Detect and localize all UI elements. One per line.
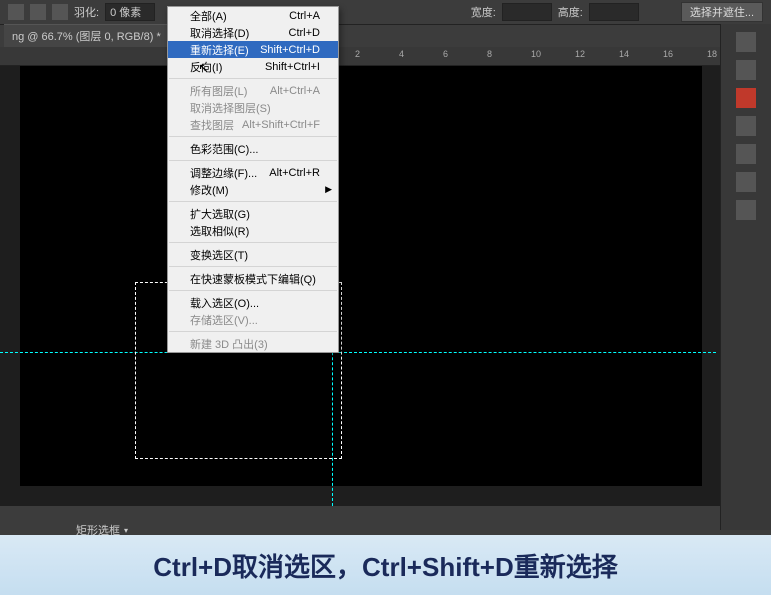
ruler-mark: 16 — [663, 49, 673, 59]
panel-icon-5[interactable] — [736, 172, 756, 192]
panel-icon-4[interactable] — [736, 144, 756, 164]
menu-separator — [169, 160, 337, 161]
menu-item[interactable]: 全部(A) Ctrl+A — [168, 7, 338, 24]
menu-item: 新建 3D 凸出(3) — [168, 335, 338, 352]
menu-item-label: 色彩范围(C)... — [190, 141, 258, 157]
menu-item-label: 反向(I) — [190, 59, 222, 75]
menu-item-label: 扩大选取(G) — [190, 206, 250, 222]
menu-separator — [169, 201, 337, 202]
marquee-icon[interactable] — [8, 4, 24, 20]
refine-edge-button[interactable]: 选择并遮住... — [681, 2, 763, 22]
menu-item-shortcut: Alt+Shift+Ctrl+F — [242, 119, 320, 131]
height-label: 高度: — [558, 4, 583, 20]
menu-item-label: 选取相似(R) — [190, 223, 249, 239]
select-menu: 全部(A) Ctrl+A 取消选择(D) Ctrl+D 重新选择(E) Shift+Ctr… — [167, 6, 339, 353]
document-tab[interactable]: ng @ 66.7% (图层 0, RGB/8) * × — [4, 24, 181, 47]
menu-item: 取消选择图层(S) — [168, 99, 338, 116]
menu-item[interactable]: 取消选择(D) Ctrl+D — [168, 24, 338, 41]
ruler-mark: 2 — [355, 49, 360, 59]
options-bar: 羽化: 0 像素 宽度: 高度: 选择并遮住... — [0, 0, 771, 25]
horizontal-ruler: 2 4 6 8 10 12 14 16 18 — [0, 47, 771, 66]
canvas[interactable] — [20, 66, 702, 486]
menu-item: 查找图层 Alt+Shift+Ctrl+F — [168, 116, 338, 133]
menu-item-label: 调整边缘(F)... — [190, 165, 257, 181]
ruler-mark: 4 — [399, 49, 404, 59]
mode-icon-1[interactable] — [30, 4, 46, 20]
menu-item[interactable]: 修改(M) ▶ — [168, 181, 338, 198]
ruler-mark: 12 — [575, 49, 585, 59]
ruler-mark: 8 — [487, 49, 492, 59]
menu-item[interactable]: 选取相似(R) — [168, 222, 338, 239]
menu-separator — [169, 331, 337, 332]
menu-item-label: 重新选择(E) — [190, 42, 249, 58]
menu-item-label: 载入选区(O)... — [190, 295, 259, 311]
menu-item-label: 新建 3D 凸出(3) — [190, 336, 268, 352]
right-panel — [720, 24, 771, 530]
menu-item[interactable]: 色彩范围(C)... — [168, 140, 338, 157]
menu-item-label: 所有图层(L) — [190, 83, 247, 99]
menu-item-shortcut: Alt+Ctrl+R — [269, 167, 320, 179]
height-input[interactable] — [589, 3, 639, 21]
menu-separator — [169, 136, 337, 137]
canvas-area — [0, 66, 771, 506]
menu-item-label: 修改(M) — [190, 182, 229, 198]
guide-horizontal[interactable] — [0, 352, 716, 353]
menu-item: 存储选区(V)... — [168, 311, 338, 328]
menu-item-label: 取消选择图层(S) — [190, 100, 271, 116]
menu-item-shortcut: Shift+Ctrl+D — [260, 44, 320, 56]
feather-label: 羽化: — [74, 4, 99, 20]
caption-banner: Ctrl+D取消选区，Ctrl+Shift+D重新选择 — [0, 535, 771, 595]
menu-separator — [169, 242, 337, 243]
menu-item: 所有图层(L) Alt+Ctrl+A — [168, 82, 338, 99]
menu-item[interactable]: 在快速蒙板模式下编辑(Q) — [168, 270, 338, 287]
menu-item[interactable]: 反向(I) Shift+Ctrl+I — [168, 58, 338, 75]
menu-item[interactable]: 变换选区(T) — [168, 246, 338, 263]
menu-item[interactable]: 重新选择(E) Shift+Ctrl+D — [168, 41, 338, 58]
ruler-mark: 6 — [443, 49, 448, 59]
menu-item-label: 存储选区(V)... — [190, 312, 258, 328]
menu-item-shortcut: Shift+Ctrl+I — [265, 61, 320, 73]
menu-item[interactable]: 扩大选取(G) — [168, 205, 338, 222]
ruler-mark: 10 — [531, 49, 541, 59]
menu-item-label: 变换选区(T) — [190, 247, 248, 263]
menu-item-shortcut: Alt+Ctrl+A — [270, 85, 320, 97]
panel-icon-6[interactable] — [736, 200, 756, 220]
panel-icon-2[interactable] — [736, 60, 756, 80]
ruler-mark: 14 — [619, 49, 629, 59]
menu-item-shortcut: Ctrl+A — [289, 10, 320, 22]
panel-icon-3[interactable] — [736, 116, 756, 136]
ruler-mark: 18 — [707, 49, 717, 59]
menu-item[interactable]: 调整边缘(F)... Alt+Ctrl+R — [168, 164, 338, 181]
width-input[interactable] — [502, 3, 552, 21]
menu-separator — [169, 78, 337, 79]
menu-separator — [169, 266, 337, 267]
status-spacer — [0, 506, 771, 522]
document-tab-title: ng @ 66.7% (图层 0, RGB/8) * — [12, 28, 161, 44]
caption-text: Ctrl+D取消选区，Ctrl+Shift+D重新选择 — [153, 547, 617, 584]
submenu-arrow-icon: ▶ — [325, 184, 332, 195]
chevron-down-icon[interactable]: ▾ — [124, 526, 128, 535]
feather-input[interactable]: 0 像素 — [105, 3, 155, 21]
width-label: 宽度: — [471, 4, 496, 20]
menu-item-label: 在快速蒙板模式下编辑(Q) — [190, 271, 316, 287]
panel-icon-1[interactable] — [736, 32, 756, 52]
mode-icon-2[interactable] — [52, 4, 68, 20]
menu-item[interactable]: 载入选区(O)... — [168, 294, 338, 311]
document-tab-bar: ng @ 66.7% (图层 0, RGB/8) * × — [0, 25, 771, 47]
menu-item-label: 全部(A) — [190, 8, 227, 24]
menu-separator — [169, 290, 337, 291]
menu-item-label: 取消选择(D) — [190, 25, 249, 41]
panel-icon-swatch[interactable] — [736, 88, 756, 108]
menu-item-shortcut: Ctrl+D — [289, 27, 320, 39]
menu-item-label: 查找图层 — [190, 117, 234, 133]
